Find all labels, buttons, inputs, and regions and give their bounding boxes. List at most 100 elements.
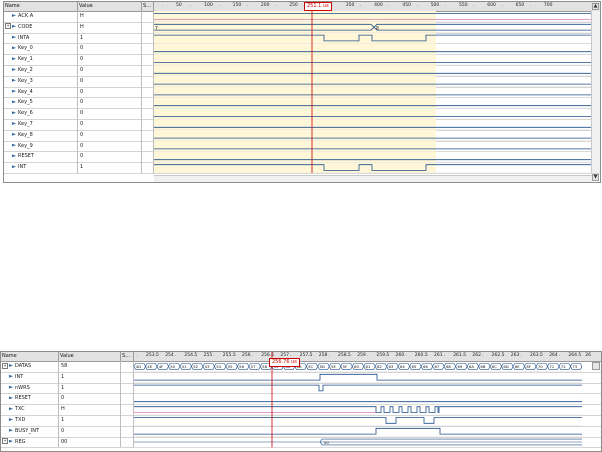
column-header-value[interactable]: Value — [59, 352, 121, 361]
signal-name-cell[interactable]: BUSY_INT — [1, 425, 59, 437]
ruler-minor-tick: · — [424, 354, 426, 359]
signal-name-cell[interactable]: nWRS — [1, 382, 59, 394]
bus-value-label: 5F — [343, 364, 348, 369]
signal-name-cell[interactable]: Key_3 — [4, 75, 78, 87]
signal-sl-cell — [121, 361, 134, 372]
scroll-down-button[interactable]: ▼ — [592, 174, 599, 181]
ruler-tick-label: 260 — [395, 353, 405, 358]
signal-name-cell[interactable]: RESET — [4, 151, 78, 163]
bus-value-label: 53 — [205, 364, 210, 369]
bus-value-label: 73 — [572, 364, 577, 369]
signal-name-cell[interactable]: Key_4 — [4, 86, 78, 98]
ruler-tick-label: 600 — [487, 3, 496, 8]
ruler-minor-tick: · — [462, 354, 465, 359]
signal-icon — [12, 143, 16, 147]
expand-icon[interactable]: + — [2, 438, 8, 445]
signal-name-cell[interactable]: INT — [1, 371, 59, 383]
signal-name-cell[interactable]: Key_5 — [4, 97, 78, 109]
signal-name-cell[interactable]: INT — [4, 162, 78, 173]
signal-name: Key_2 — [18, 67, 33, 73]
vertical-scrollbar[interactable] — [591, 11, 600, 173]
signal-value: 0 — [78, 86, 142, 98]
signal-sl-cell — [142, 75, 154, 87]
signal-sl-cell — [121, 436, 134, 448]
signal-name: Key_9 — [18, 142, 33, 149]
time-ruler: 253.5 · 254 · 254.5 · 255 · 255.5 · 256 · 256.5 · 257 ·… — [134, 352, 592, 361]
waveform-pulse — [134, 427, 582, 435]
signal-sl-cell — [142, 43, 154, 55]
signal-name-cell[interactable]: TXC — [1, 404, 59, 415]
signal-sl-cell — [142, 129, 154, 141]
bus-value-label: 7 — [155, 26, 158, 32]
ruler-tick-label: 255 — [203, 353, 213, 358]
scroll-up-button[interactable]: ▲ — [592, 3, 599, 10]
ruler-minor-tick: · — [443, 354, 446, 359]
signal-icon — [12, 57, 16, 61]
signal-value: 1 — [59, 415, 121, 426]
ruler-minor-tick: · — [161, 4, 164, 9]
ruler-tick-label: 254 — [165, 353, 174, 358]
signal-name-cell[interactable]: Key_0 — [4, 43, 78, 55]
signal-name-cell[interactable]: Key_1 — [4, 54, 78, 65]
signal-sl-cell — [142, 97, 154, 109]
signal-name-cell[interactable]: INTA — [4, 32, 78, 44]
column-header-value[interactable]: Value — [78, 2, 142, 11]
bus-value-label: 67 — [434, 364, 439, 369]
bus-value-label: 64 — [400, 364, 405, 369]
bus-value-label: 62 — [377, 364, 382, 369]
horizontal-scrollbar[interactable] — [154, 175, 592, 182]
waveform-area[interactable]: 78 — [154, 11, 592, 176]
signal-name-cell[interactable]: Key_6 — [4, 108, 78, 119]
signal-name-cell[interactable]: TXD — [1, 415, 59, 426]
ruler-tick-label: 264 — [549, 353, 558, 358]
signal-name-cell[interactable]: Key_7 — [4, 119, 78, 130]
ruler-minor-tick: · — [539, 354, 542, 359]
signal-name-cell[interactable]: + CODE — [4, 21, 78, 33]
signal-name: BUSY_INT — [15, 427, 40, 434]
column-header-sl[interactable]: S… — [142, 2, 154, 11]
ruler-tick-label: 650 — [515, 3, 525, 8]
ruler-tick-label: 500 — [430, 3, 440, 8]
signal-name: Key_0 — [18, 45, 33, 52]
signal-name-cell[interactable]: ACK A — [4, 11, 78, 22]
expand-icon[interactable]: + — [5, 23, 11, 30]
signal-name-cell[interactable]: Key_8 — [4, 129, 78, 141]
signal-name-cell[interactable]: + DATAS — [1, 361, 59, 372]
column-header-sl[interactable]: S… — [121, 352, 134, 361]
signal-name-cell[interactable]: + REG — [1, 436, 59, 448]
ruler-minor-tick: · — [213, 354, 215, 359]
signal-name-cell[interactable]: Key_2 — [4, 65, 78, 76]
ruler-minor-tick: · — [190, 4, 192, 9]
signal-name: Key_7 — [18, 121, 33, 127]
ruler-tick-label: 256 — [242, 353, 251, 358]
column-header-name[interactable]: Name — [1, 352, 59, 361]
waveform-data — [134, 417, 582, 424]
bus-value-label: 5C — [308, 364, 313, 369]
ruler-tick-label: 262 — [472, 353, 481, 358]
bus-value-label: 61 — [366, 364, 371, 369]
bus-value-label: 55 — [228, 364, 233, 369]
signal-value: 0 — [78, 140, 142, 152]
signal-icon — [12, 165, 16, 169]
signal-icon — [12, 122, 16, 125]
column-header-name[interactable]: Name — [4, 2, 78, 11]
signal-icon — [12, 14, 16, 17]
signal-name: ACK A — [18, 13, 34, 19]
waveform-panel-bottom: Name Value S… 253.5 · 254 · 254.5 · 255 · 255.5 ·… — [0, 351, 602, 452]
bus-value-label: 5E — [331, 364, 336, 369]
ruler-minor-tick: · — [246, 4, 249, 9]
ruler-minor-tick: · — [309, 354, 311, 359]
signal-icon — [9, 396, 13, 400]
signal-name-cell[interactable]: Key_9 — [4, 140, 78, 152]
bus-value-label: 4D — [136, 364, 141, 369]
signal-value: 0 — [78, 151, 142, 163]
waveform-area[interactable]: 4D4E4F505152535455565758595A5B5C5D5E5F60… — [133, 352, 592, 449]
signal-value: 58 — [59, 361, 121, 372]
expand-icon[interactable]: + — [2, 362, 8, 369]
bus-value-label: 4F — [159, 364, 164, 369]
scroll-right-button[interactable] — [592, 362, 600, 370]
ruler-minor-tick: · — [501, 354, 503, 359]
signal-sl-cell — [142, 140, 154, 152]
ruler-minor-tick: · — [194, 354, 196, 359]
signal-name-cell[interactable]: RESET — [1, 393, 59, 405]
